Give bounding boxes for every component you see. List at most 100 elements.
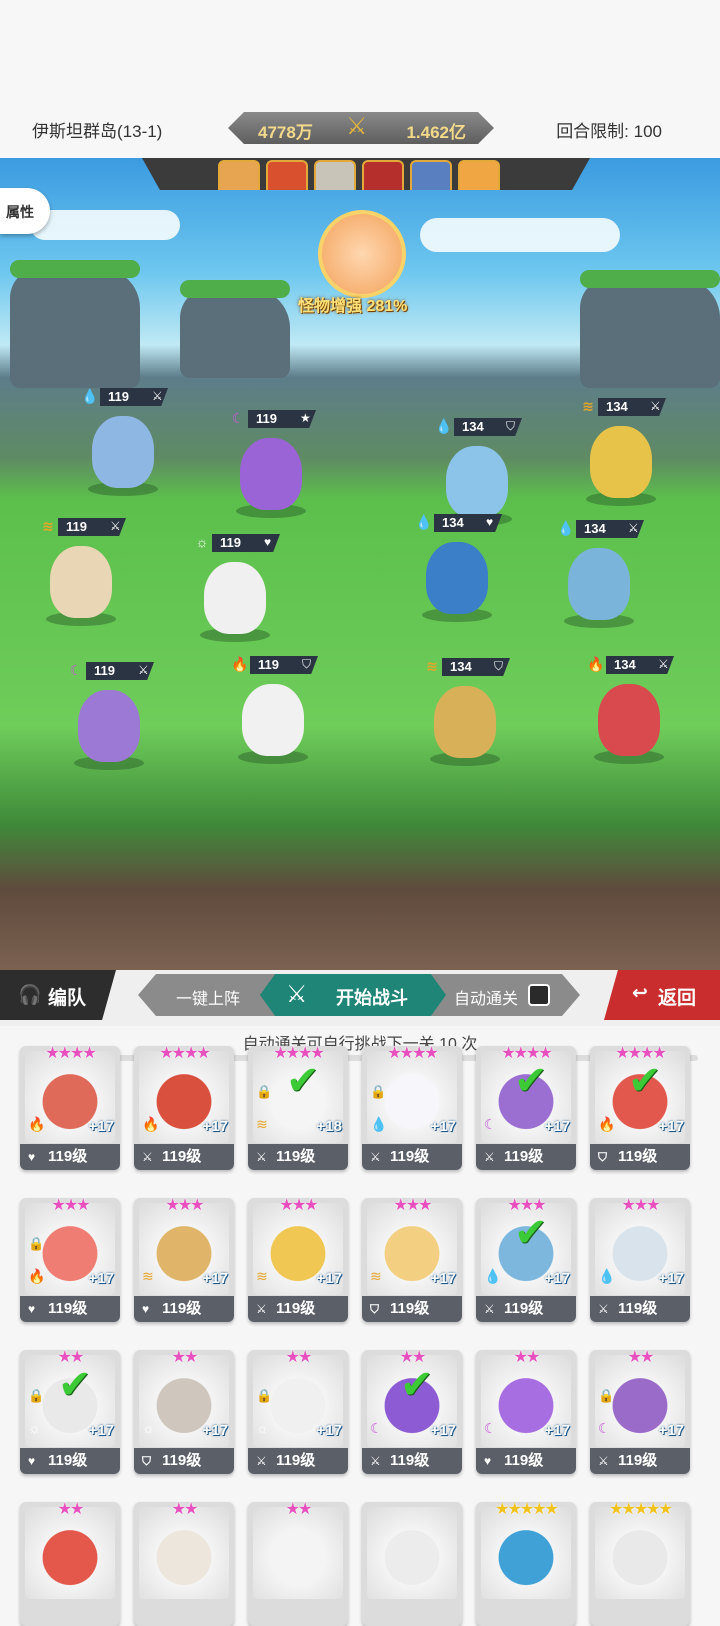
hero-card[interactable]: ★★★ ≋ +17 ♥ 119级 bbox=[134, 1197, 234, 1322]
hero-card[interactable]: ★★ 🔒 ✔ ☼ +17 ♥ 119级 bbox=[20, 1349, 120, 1474]
my-power: 4778万 bbox=[258, 123, 313, 142]
hero-level: 119级 bbox=[618, 1148, 658, 1165]
star-rating: ★★★★★ bbox=[609, 1501, 673, 1518]
unit-sprite bbox=[242, 684, 304, 756]
hero-card[interactable]: ★★★★ 🔒 ✔ ≋ +18 ⚔ 119级 bbox=[248, 1045, 348, 1170]
one-key-deploy-button[interactable]: 一键上阵 bbox=[176, 985, 240, 1009]
unit-sprite bbox=[50, 546, 112, 618]
selected-check-icon: ✔ bbox=[628, 1059, 662, 1103]
hero-portrait bbox=[367, 1507, 457, 1599]
wind-element-icon: ≋ bbox=[42, 518, 54, 534]
hero-level-bar: ⚔ 119级 bbox=[248, 1296, 348, 1322]
hero-card[interactable]: ★★★ ≋ +17 ⛉ 119级 bbox=[362, 1197, 462, 1322]
attack-class-icon: ⚔ bbox=[256, 1150, 267, 1164]
star-rating: ★★★ bbox=[393, 1197, 432, 1214]
team-button-label: 编队 bbox=[48, 988, 87, 1009]
star-rating: ★★★ bbox=[51, 1197, 90, 1214]
unit-level-tag: 🔥 134 ⚔ bbox=[584, 654, 674, 676]
attribute-button-label: 属性 bbox=[6, 204, 34, 220]
hero-level: 119级 bbox=[390, 1452, 430, 1469]
unit-sprite bbox=[240, 438, 302, 510]
hero-card[interactable]: ★★★★★ bbox=[590, 1501, 690, 1626]
hero-portrait bbox=[595, 1507, 685, 1599]
hero-card[interactable]: ★★ 🔒 ☼ +17 ⚔ 119级 bbox=[248, 1349, 348, 1474]
enemy-portrait[interactable] bbox=[458, 160, 500, 190]
hero-level: 119级 bbox=[504, 1300, 544, 1317]
moon-element-icon: ☾ bbox=[598, 1420, 611, 1436]
hero-card[interactable]: ★★ 🔒 ☾ +17 ⚔ 119级 bbox=[590, 1349, 690, 1474]
hero-level: 119级 bbox=[276, 1148, 316, 1165]
enemy-portrait[interactable] bbox=[314, 160, 356, 190]
hero-level-bar: ♥ 119级 bbox=[20, 1144, 120, 1170]
hero-level: 119级 bbox=[48, 1148, 88, 1165]
hero-card[interactable]: ★★★ ≋ +17 ⚔ 119级 bbox=[248, 1197, 348, 1322]
unit-sprite bbox=[434, 686, 496, 758]
hero-card[interactable]: ★★ bbox=[134, 1501, 234, 1626]
heart-class-icon: ♥ bbox=[484, 1454, 492, 1468]
enemy-power: 1.462亿 bbox=[406, 123, 466, 142]
unit-level-tag: 💧 119 ⚔ bbox=[78, 386, 168, 408]
star-rating: ★★ bbox=[57, 1501, 85, 1518]
attack-role-icon: ⚔ bbox=[138, 663, 149, 677]
hero-level-bar: ⚔ 119级 bbox=[134, 1144, 234, 1170]
attack-class-icon: ⚔ bbox=[370, 1454, 381, 1468]
star-rating: ★★★ bbox=[279, 1197, 318, 1214]
stage-name: 伊斯坦群岛(13-1) bbox=[32, 122, 163, 141]
unit-level-tag: 💧 134 ♥ bbox=[412, 512, 502, 534]
moon-element-icon: ☾ bbox=[484, 1420, 497, 1436]
enemy-portrait[interactable] bbox=[218, 160, 260, 190]
enemy-portrait[interactable] bbox=[266, 160, 308, 190]
hero-card[interactable]: ★★ ☾ +17 ♥ 119级 bbox=[476, 1349, 576, 1474]
hero-card[interactable]: ★★★★ 🔥 +17 ♥ 119级 bbox=[20, 1045, 120, 1170]
attribute-button[interactable]: 属性 bbox=[0, 188, 50, 234]
enemy-portrait[interactable] bbox=[362, 160, 404, 190]
attack-class-icon: ⚔ bbox=[370, 1150, 381, 1164]
hero-card[interactable]: ★★★ 🔒 🔥 +17 ♥ 119级 bbox=[20, 1197, 120, 1322]
sun-element-icon: ☼ bbox=[142, 1420, 155, 1436]
cliff bbox=[10, 260, 140, 388]
power-comparison: 4778万 ⚔ 1.462亿 bbox=[228, 112, 494, 144]
attack-role-icon: ⚔ bbox=[658, 657, 669, 671]
enhance-level: +17 bbox=[202, 1118, 228, 1135]
attack-class-icon: ⚔ bbox=[598, 1302, 609, 1316]
lock-icon: 🔒 bbox=[370, 1084, 387, 1099]
hero-card[interactable]: ★★★ 💧 +17 ⚔ 119级 bbox=[590, 1197, 690, 1322]
return-arrow-icon: ↩ bbox=[632, 983, 648, 1004]
hero-card[interactable] bbox=[362, 1502, 462, 1626]
monster-boost-label: 怪物增强 281% bbox=[298, 298, 408, 315]
star-rating: ★★ bbox=[171, 1349, 199, 1366]
hero-card[interactable]: ★★★★ ✔ 🔥 +17 ⛉ 119级 bbox=[590, 1045, 690, 1170]
enhance-level: +17 bbox=[88, 1118, 114, 1135]
crossed-swords-icon: ⚔ bbox=[346, 113, 368, 140]
hero-portrait bbox=[25, 1507, 115, 1599]
hero-level-bar: ⚔ 119级 bbox=[362, 1448, 462, 1474]
hero-card[interactable]: ★★ ✔ ☾ +17 ⚔ 119级 bbox=[362, 1349, 462, 1474]
lock-icon: 🔒 bbox=[598, 1388, 615, 1403]
enhance-level: +17 bbox=[544, 1118, 570, 1135]
heart-class-icon: ♥ bbox=[28, 1454, 36, 1468]
start-battle-button[interactable]: ⚔ 开始战斗 bbox=[260, 974, 446, 1016]
hero-card[interactable]: ★★★★ ✔ ☾ +17 ⚔ 119级 bbox=[476, 1045, 576, 1170]
fire-element-icon: 🔥 bbox=[598, 1116, 616, 1132]
attack-role-icon: ⚔ bbox=[650, 399, 661, 413]
hero-card[interactable]: ★★★★ 🔥 +17 ⚔ 119级 bbox=[134, 1045, 234, 1170]
enemy-portrait[interactable] bbox=[410, 160, 452, 190]
hero-card[interactable]: ★★★★★ bbox=[476, 1501, 576, 1626]
team-button[interactable]: 🎧 编队 bbox=[0, 970, 116, 1020]
hero-card[interactable]: ★★ bbox=[248, 1501, 348, 1626]
hero-level: 119级 bbox=[162, 1300, 202, 1317]
unit-sprite bbox=[446, 446, 508, 518]
auto-clear-checkbox[interactable] bbox=[528, 984, 550, 1006]
fire-element-icon: 🔥 bbox=[231, 656, 249, 672]
unit-level-tag: ☼ 119 ♥ bbox=[190, 532, 280, 554]
cliff bbox=[180, 280, 290, 378]
hero-card[interactable]: ★★ ☼ +17 ⛉ 119级 bbox=[134, 1349, 234, 1474]
back-button[interactable]: ↩ 返回 bbox=[604, 970, 720, 1020]
selected-check-icon: ✔ bbox=[514, 1059, 548, 1103]
hero-card[interactable]: ★★ bbox=[20, 1501, 120, 1626]
hero-card[interactable]: ★★★★ 🔒 💧 +17 ⚔ 119级 bbox=[362, 1045, 462, 1170]
enhance-level: +17 bbox=[430, 1118, 456, 1135]
hero-portrait bbox=[139, 1507, 229, 1599]
attack-class-icon: ⚔ bbox=[598, 1454, 609, 1468]
hero-card[interactable]: ★★★ ✔ 💧 +17 ⚔ 119级 bbox=[476, 1197, 576, 1322]
